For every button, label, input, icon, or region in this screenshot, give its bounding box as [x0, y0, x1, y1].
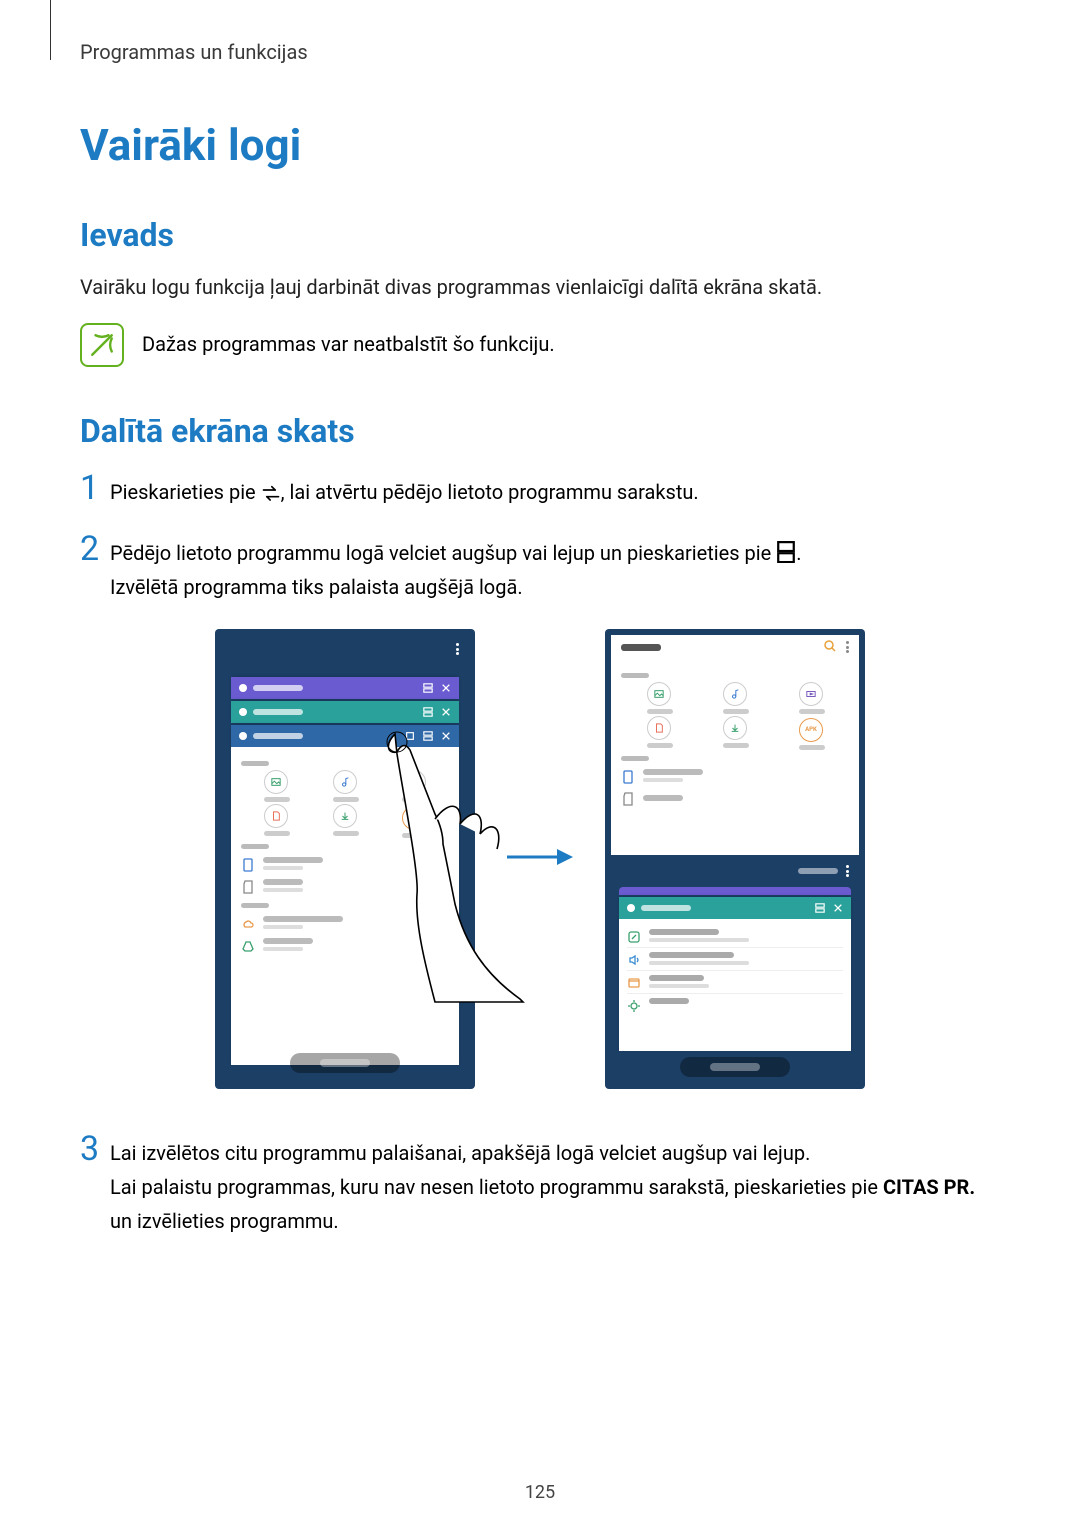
category-images — [264, 770, 288, 802]
cloud-label-blur — [241, 903, 269, 908]
step3-bold: CITAS PR. — [883, 1175, 975, 1199]
recent-card — [231, 701, 459, 723]
step1-pre: Pieskarieties pie — [110, 480, 261, 504]
category-downloads — [723, 716, 747, 750]
page-number: 125 — [0, 1482, 1080, 1503]
category-apk: APK — [799, 716, 823, 750]
step3-line2-pre: Lai palaistu programmas, kuru nav nesen … — [110, 1175, 883, 1199]
internal-storage-item — [621, 765, 849, 787]
step2-line1-pre: Pēdējo lietoto programmu logā velciet au… — [110, 541, 776, 565]
phone-label-blur — [241, 844, 269, 849]
page-content: Programmas un funkcijas Vairāki logi Iev… — [0, 0, 1080, 1238]
categories-label-blur — [621, 673, 649, 678]
intro-paragraph: Vairāku logu funkcija ļauj darbināt diva… — [80, 272, 1000, 303]
step-2: 2 Pēdējo lietoto programmu logā velciet … — [80, 529, 1000, 604]
display-icon — [627, 998, 641, 1012]
recent-card-active: APK — [231, 725, 459, 1065]
step1-post: , lai atvērtu pēdējo lietoto programmu s… — [281, 480, 699, 504]
sd-card-item — [621, 787, 849, 809]
close-all-button — [680, 1057, 790, 1077]
phone-label-blur — [621, 756, 649, 761]
settings-notifications — [627, 971, 843, 994]
settings-connections — [627, 925, 843, 948]
step2-line1-post: . — [796, 541, 801, 565]
sd-card-icon — [621, 791, 635, 805]
recent-card — [619, 887, 851, 895]
split-screen-icon — [776, 539, 796, 557]
recent-card-settings — [619, 897, 851, 1051]
figure-row: APK — [80, 629, 1000, 1089]
close-icon — [441, 707, 451, 717]
samsung-cloud-item — [241, 912, 449, 934]
sd-card-icon — [241, 879, 255, 893]
more-icon — [456, 643, 459, 655]
close-all-button — [290, 1053, 400, 1073]
split-screen-icon — [423, 731, 433, 741]
app-icon — [239, 684, 247, 692]
notifications-icon — [627, 975, 641, 989]
split-screen-icon — [423, 707, 433, 717]
split-screen-icon — [815, 903, 825, 913]
note-icon — [80, 323, 124, 367]
close-icon — [833, 903, 843, 913]
category-videos — [799, 682, 823, 714]
breadcrumb: Programmas un funkcijas — [80, 40, 1000, 64]
figure-phone-split-view: APK — [605, 629, 865, 1089]
drive-icon — [241, 938, 255, 952]
app-icon — [627, 904, 635, 912]
category-audio — [723, 682, 747, 714]
category-downloads — [333, 804, 357, 838]
more-icon — [846, 641, 849, 653]
categories-label-blur — [241, 761, 269, 766]
section-heading-split: Dalītā ekrāna skats — [80, 412, 1000, 450]
step3-line2-post: un izvēlieties programmu. — [110, 1209, 339, 1233]
connections-icon — [627, 929, 641, 943]
category-videos — [402, 770, 426, 802]
step3-line1: Lai izvēlētos citu programmu palaišanai,… — [110, 1141, 810, 1165]
category-documents — [647, 716, 671, 750]
close-icon — [441, 731, 451, 741]
close-icon — [441, 683, 451, 693]
step-text: Lai izvēlētos citu programmu palaišanai,… — [110, 1136, 1000, 1238]
more-icon — [846, 865, 849, 877]
figure-phone-recent-apps: APK — [215, 629, 475, 1089]
settings-sounds — [627, 948, 843, 971]
step-number: 3 — [80, 1129, 110, 1169]
search-icon — [824, 640, 836, 655]
my-files-title-blur — [621, 644, 661, 651]
more-apps-label-blur — [798, 868, 838, 874]
recent-apps-icon — [261, 478, 281, 496]
category-documents — [264, 804, 288, 838]
arrow-icon — [505, 847, 575, 871]
section-heading-intro: Ievads — [80, 216, 1000, 254]
cloud-icon — [241, 916, 255, 930]
split-screen-icon — [423, 683, 433, 693]
category-apk: APK — [402, 804, 426, 838]
app-icon — [239, 732, 247, 740]
pin-icon — [405, 731, 415, 741]
step-number: 2 — [80, 529, 110, 569]
internal-storage-icon — [621, 769, 635, 783]
google-drive-item — [241, 934, 449, 956]
app-icon — [239, 708, 247, 716]
internal-storage-icon — [241, 857, 255, 871]
internal-storage-item — [241, 853, 449, 875]
step2-line2: Izvēlētā programma tiks palaista augšējā… — [110, 575, 523, 599]
step-number: 1 — [80, 468, 110, 508]
page-title: Vairāki logi — [80, 119, 1000, 171]
sd-card-item — [241, 875, 449, 897]
category-audio — [333, 770, 357, 802]
step-text: Pēdējo lietoto programmu logā velciet au… — [110, 536, 1000, 604]
category-images — [647, 682, 671, 714]
step-3: 3 Lai izvēlētos citu programmu palaišana… — [80, 1129, 1000, 1238]
step-text: Pieskarieties pie , lai atvērtu pēdējo l… — [110, 475, 1000, 509]
step-1: 1 Pieskarieties pie , lai atvērtu pēdējo… — [80, 468, 1000, 509]
recent-card — [231, 677, 459, 699]
note-callout: Dažas programmas var neatbalstīt šo funk… — [80, 323, 1000, 367]
note-text: Dažas programmas var neatbalstīt šo funk… — [142, 323, 555, 360]
sound-icon — [627, 952, 641, 966]
settings-display — [627, 994, 843, 1016]
